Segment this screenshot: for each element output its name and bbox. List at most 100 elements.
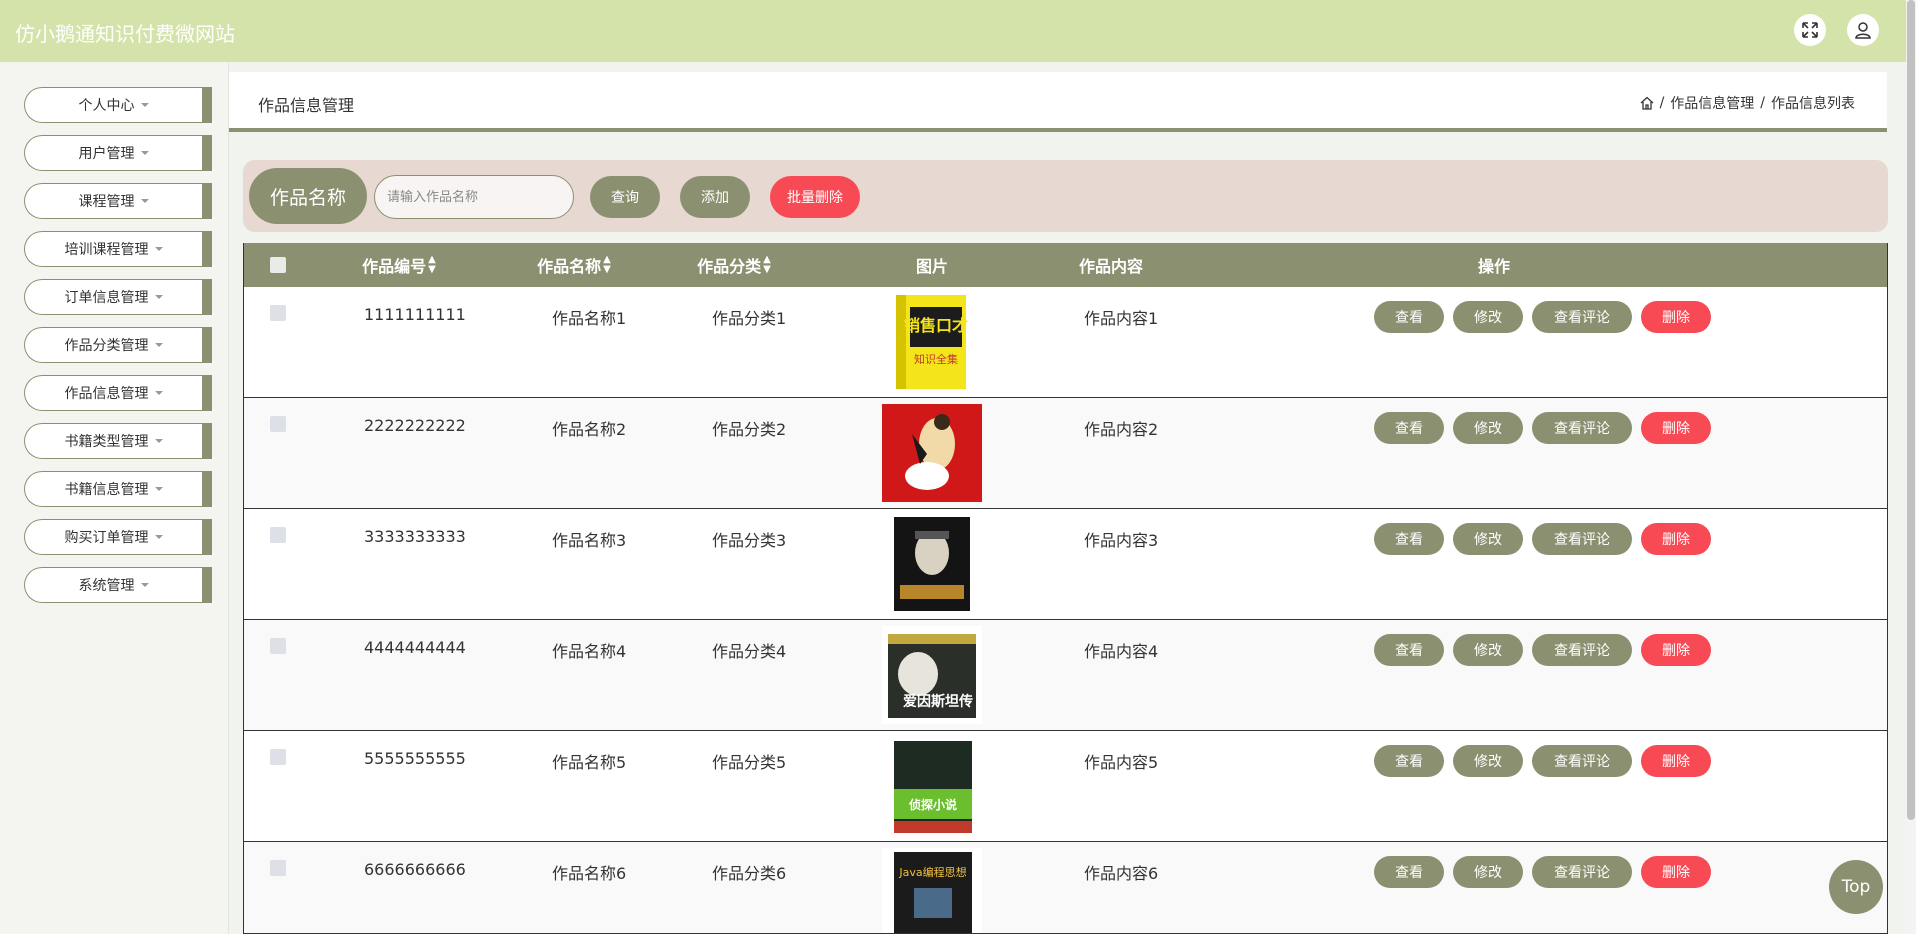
- cover-image: [882, 404, 982, 502]
- page-scrollbar[interactable]: [1906, 0, 1916, 934]
- delete-button[interactable]: 删除: [1641, 634, 1711, 666]
- sidebar-item-label: 用户管理: [78, 146, 135, 162]
- edit-button[interactable]: 修改: [1453, 523, 1523, 555]
- chevron-down-icon: [140, 103, 149, 107]
- sidebar-item-training-course-management[interactable]: 培训课程管理: [24, 231, 212, 267]
- cell-code: 2222222222: [364, 416, 466, 435]
- view-comments-button[interactable]: 查看评论: [1532, 412, 1632, 444]
- home-icon[interactable]: [1640, 96, 1654, 110]
- table-row: 1111111111 作品名称1 作品分类1 销售口才 知识全集 作品内容1 查…: [244, 287, 1887, 398]
- table-row: 2222222222 作品名称2 作品分类2 作品内容2 查看 修改 查看评论 …: [244, 398, 1887, 509]
- chevron-down-icon: [154, 487, 163, 491]
- column-header-code[interactable]: 作品编号 ▲ ▼: [324, 243, 474, 287]
- view-button[interactable]: 查看: [1374, 634, 1444, 666]
- search-bar: 作品名称 查询 添加 批量删除: [243, 160, 1888, 232]
- cell-content: 作品内容5: [1084, 753, 1159, 772]
- sidebar-item-book-type-management[interactable]: 书籍类型管理: [24, 423, 212, 459]
- delete-button[interactable]: 删除: [1641, 856, 1711, 888]
- cell-category: 作品分类4: [712, 642, 787, 661]
- delete-button[interactable]: 删除: [1641, 301, 1711, 333]
- cover-image: 爱因斯坦传: [882, 626, 982, 724]
- edit-button[interactable]: 修改: [1453, 745, 1523, 777]
- batch-delete-button[interactable]: 批量删除: [770, 176, 860, 218]
- sidebar-item-order-management[interactable]: 订单信息管理: [24, 279, 212, 315]
- row-checkbox[interactable]: [270, 527, 286, 543]
- row-checkbox[interactable]: [270, 749, 286, 765]
- cover-image: 销售口才 知识全集: [882, 293, 982, 391]
- edit-button[interactable]: 修改: [1453, 856, 1523, 888]
- cell-category: 作品分类6: [712, 864, 787, 883]
- view-comments-button[interactable]: 查看评论: [1532, 301, 1632, 333]
- back-to-top-button[interactable]: Top: [1829, 860, 1883, 914]
- view-comments-button[interactable]: 查看评论: [1532, 523, 1632, 555]
- select-all-checkbox[interactable]: [270, 257, 286, 273]
- sidebar-item-user-management[interactable]: 用户管理: [24, 135, 212, 171]
- app-title: 仿小鹅通知识付费微网站: [15, 22, 235, 46]
- view-button[interactable]: 查看: [1374, 856, 1444, 888]
- cell-code: 1111111111: [364, 305, 466, 324]
- view-button[interactable]: 查看: [1374, 412, 1444, 444]
- row-checkbox[interactable]: [270, 638, 286, 654]
- view-button[interactable]: 查看: [1374, 301, 1444, 333]
- table-row: 6666666666 作品名称6 作品分类6 Java编程思想 作品内容6 查看…: [244, 842, 1887, 933]
- sidebar-item-purchase-order-management[interactable]: 购买订单管理: [24, 519, 212, 555]
- cell-category: 作品分类1: [712, 309, 787, 328]
- sidebar-item-label: 书籍类型管理: [64, 434, 149, 450]
- chevron-down-icon: [154, 295, 163, 299]
- delete-button[interactable]: 删除: [1641, 523, 1711, 555]
- search-label: 作品名称: [249, 168, 367, 224]
- chevron-down-icon: [140, 199, 149, 203]
- add-button[interactable]: 添加: [680, 176, 750, 218]
- view-comments-button[interactable]: 查看评论: [1532, 856, 1632, 888]
- chevron-down-icon: [154, 535, 163, 539]
- column-header-category[interactable]: 作品分类 ▲ ▼: [659, 243, 809, 287]
- delete-button[interactable]: 删除: [1641, 412, 1711, 444]
- user-icon: [1855, 22, 1871, 39]
- sort-icon: ▲ ▼: [763, 254, 771, 275]
- sidebar-item-label: 作品信息管理: [64, 386, 149, 402]
- sort-icon: ▲ ▼: [603, 254, 611, 275]
- fullscreen-button[interactable]: [1794, 14, 1826, 46]
- search-input[interactable]: [374, 175, 574, 219]
- cell-content: 作品内容6: [1084, 864, 1159, 883]
- sidebar-item-book-info-management[interactable]: 书籍信息管理: [24, 471, 212, 507]
- sidebar-item-label: 课程管理: [78, 194, 135, 210]
- cell-name: 作品名称4: [552, 642, 627, 661]
- sidebar-item-course-management[interactable]: 课程管理: [24, 183, 212, 219]
- scrollbar-thumb[interactable]: [1907, 0, 1915, 820]
- cover-image: [882, 515, 982, 613]
- column-header-image: 图片: [915, 257, 948, 276]
- breadcrumb-bar: 作品信息管理 / 作品信息管理 / 作品信息列表: [229, 72, 1887, 132]
- cell-content: 作品内容1: [1084, 309, 1159, 328]
- breadcrumb-level1[interactable]: 作品信息管理: [1670, 93, 1754, 113]
- sidebar-item-label: 系统管理: [78, 578, 135, 594]
- cell-name: 作品名称1: [552, 309, 627, 328]
- view-button[interactable]: 查看: [1374, 523, 1444, 555]
- cell-code: 6666666666: [364, 860, 466, 879]
- chevron-down-icon: [154, 391, 163, 395]
- row-checkbox[interactable]: [270, 860, 286, 876]
- edit-button[interactable]: 修改: [1453, 412, 1523, 444]
- top-header: 仿小鹅通知识付费微网站: [0, 0, 1906, 62]
- chevron-down-icon: [154, 247, 163, 251]
- table-row: 3333333333 作品名称3 作品分类3 作品内容3 查看 修改 查看评论 …: [244, 509, 1887, 620]
- sidebar-item-work-category-management[interactable]: 作品分类管理: [24, 327, 212, 363]
- column-header-name[interactable]: 作品名称 ▲ ▼: [499, 243, 649, 287]
- delete-button[interactable]: 删除: [1641, 745, 1711, 777]
- row-checkbox[interactable]: [270, 416, 286, 432]
- user-menu-button[interactable]: [1847, 14, 1879, 46]
- column-header-actions: 操作: [1477, 257, 1510, 276]
- edit-button[interactable]: 修改: [1453, 301, 1523, 333]
- chevron-down-icon: [140, 151, 149, 155]
- sidebar-item-system-management[interactable]: 系统管理: [24, 567, 212, 603]
- sidebar-item-work-info-management[interactable]: 作品信息管理: [24, 375, 212, 411]
- sidebar-item-label: 培训课程管理: [64, 242, 149, 258]
- edit-button[interactable]: 修改: [1453, 634, 1523, 666]
- sidebar-item-personal-center[interactable]: 个人中心: [24, 87, 212, 123]
- row-checkbox[interactable]: [270, 305, 286, 321]
- view-comments-button[interactable]: 查看评论: [1532, 745, 1632, 777]
- view-comments-button[interactable]: 查看评论: [1532, 634, 1632, 666]
- query-button[interactable]: 查询: [590, 176, 660, 218]
- sidebar-item-label: 书籍信息管理: [64, 482, 149, 498]
- view-button[interactable]: 查看: [1374, 745, 1444, 777]
